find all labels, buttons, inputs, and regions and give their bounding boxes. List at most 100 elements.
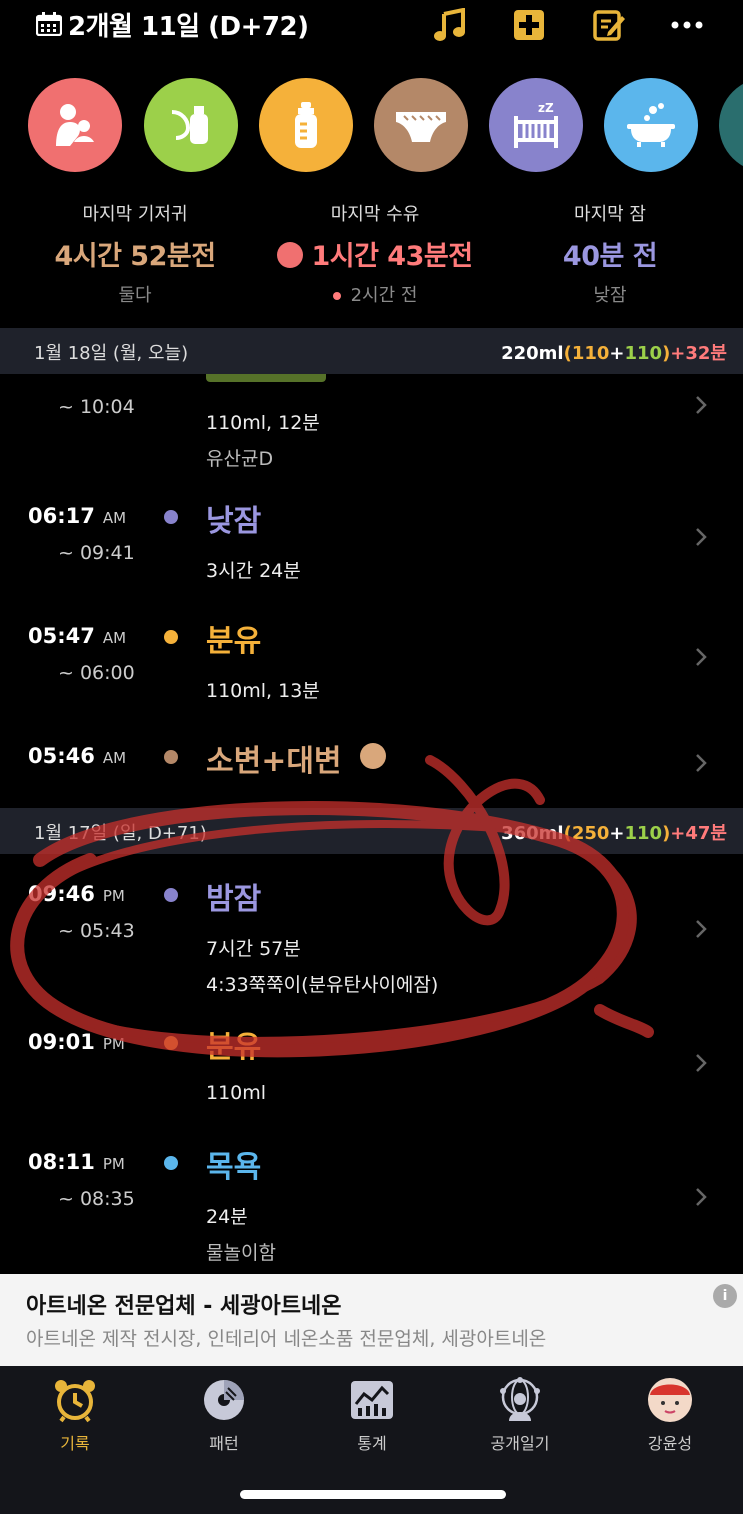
partial-row	[0, 374, 743, 396]
summary-feeding-row: 1시간 43분전	[270, 234, 480, 273]
bath-dot-icon	[164, 1156, 178, 1170]
summary-feeding-value: 1시간 43분전	[311, 241, 473, 272]
formula-dot-icon	[164, 630, 178, 644]
nursing-minutes: +32분	[670, 343, 727, 364]
edit-note-icon[interactable]	[590, 6, 628, 44]
more-icon[interactable]	[668, 6, 706, 44]
more-category-button[interactable]	[719, 78, 743, 172]
info-icon[interactable]: i	[713, 1284, 737, 1308]
entry-note: 유산균D	[206, 448, 274, 470]
entry-title: 낮잠	[206, 504, 262, 539]
summary-diaper-value: 4시간 52분전	[54, 241, 216, 272]
entry-end-time: ~ 10:04	[58, 396, 135, 418]
entry-detail: 7시간 57분	[206, 938, 301, 960]
entry-detail: 24분	[206, 1206, 248, 1228]
list-item[interactable]: 05:47 AM 분유 ~ 06:00 110ml, 13분	[0, 616, 743, 716]
tab-label: 공개일기	[490, 1434, 550, 1453]
list-item[interactable]: 09:46 PM 밤잠 ~ 05:43 7시간 57분 4:33쭉쭉이(분유탄사이…	[0, 874, 743, 1004]
summary-feeding-label: 마지막 수유	[330, 204, 420, 225]
tab-label: 패턴	[209, 1434, 239, 1453]
ad-banner[interactable]: 아트네온 전문업체 - 세광아트네온 아트네온 제작 전시장, 인테리어 네온소…	[0, 1274, 743, 1366]
tab-pattern[interactable]: 패턴	[164, 1376, 284, 1454]
entry-ampm: PM	[102, 1035, 125, 1053]
entry-detail: 110ml, 12분	[206, 412, 320, 434]
date-header-today: 1월 18일 (월, 오늘) 220ml(110+110)+32분	[0, 328, 743, 374]
entry-end-time: ~ 09:41	[58, 542, 135, 564]
summary-sleep-value: 40분 전	[562, 241, 658, 272]
chevron-right-icon	[696, 396, 707, 414]
list-item[interactable]: 09:01 PM 분유 110ml	[0, 1022, 743, 1118]
entry-end-time: ~ 06:00	[58, 662, 135, 684]
svg-text:zZ: zZ	[538, 101, 554, 115]
stats-chart-icon	[348, 1376, 396, 1424]
chevron-right-icon	[696, 754, 707, 772]
summary-sleep-sub: 낮잠	[593, 285, 627, 306]
date-label: 1월 18일 (월, 오늘)	[34, 343, 189, 364]
pumping-button[interactable]	[144, 78, 238, 172]
diaper-dot-icon	[164, 750, 178, 764]
sleep-button[interactable]: zZ	[489, 78, 583, 172]
entry-title: 소변+대변	[206, 744, 342, 779]
tab-public-diary[interactable]: 공개일기	[460, 1376, 580, 1454]
tab-profile[interactable]: 강윤성	[610, 1376, 730, 1454]
entry-title: 밤잠	[206, 882, 262, 917]
entry-time: 06:17	[28, 504, 95, 528]
entry-detail: 110ml, 13분	[206, 680, 320, 702]
summary-diaper-sub: 둘다	[118, 285, 152, 306]
chevron-right-icon	[696, 1054, 707, 1072]
entry-time: 05:46	[28, 744, 95, 768]
page-title[interactable]: 2개월 11일 (D+72)	[68, 6, 309, 43]
plus-box-icon[interactable]	[510, 6, 548, 44]
summary-feeding-sub-row: 2시간 전	[270, 281, 480, 307]
calendar-icon[interactable]	[36, 12, 62, 36]
chevron-right-icon	[696, 920, 707, 938]
profile-avatar	[646, 1376, 694, 1424]
summary-diaper-label: 마지막 기저귀	[82, 204, 188, 225]
summary-feeding-sub: 2시간 전	[350, 285, 418, 306]
paren-open: (	[563, 343, 572, 364]
list-item[interactable]: 05:46 AM 소변+대변	[0, 736, 743, 796]
nursing-button[interactable]	[28, 78, 122, 172]
tab-label: 강윤성	[647, 1434, 693, 1453]
summary-diaper: 마지막 기저귀 4시간 52분전 둘다	[40, 200, 230, 307]
entry-title: 목욕	[206, 1150, 262, 1185]
diaper-button[interactable]	[374, 78, 468, 172]
pump-ml: 110	[624, 343, 663, 364]
formula-button[interactable]	[259, 78, 353, 172]
entry-start-time: 06:17 AM	[28, 504, 126, 528]
list-item[interactable]: 08:11 PM 목욕 ~ 08:35 24분 물놀이함	[0, 1142, 743, 1268]
entry-title: 분유	[206, 1030, 262, 1065]
ad-subline[interactable]: 아트네온 제작 전시장, 인테리어 네온소품 전문업체, 세광아트네온	[26, 1324, 546, 1351]
chevron-right-icon	[696, 648, 707, 666]
entry-note: 물놀이함	[206, 1242, 276, 1264]
entry-start-time: 05:47 AM	[28, 624, 126, 648]
tab-record[interactable]: 기록	[15, 1376, 135, 1454]
mother-baby-icon	[56, 104, 94, 146]
date-label: 1월 17일 (일, D+71)	[34, 823, 207, 844]
ad-headline[interactable]: 아트네온 전문업체 - 세광아트네온	[26, 1288, 341, 1320]
entry-time: 09:01	[28, 1030, 95, 1054]
bottle-icon	[295, 102, 317, 148]
music-note-icon[interactable]	[431, 6, 469, 44]
entry-end-time: ~ 05:43	[58, 920, 135, 942]
entry-detail: 110ml	[206, 1082, 267, 1104]
last-event-summary: 마지막 기저귀 4시간 52분전 둘다 마지막 수유 1시간 43분전 2시간 …	[0, 200, 743, 310]
tab-stats[interactable]: 통계	[312, 1376, 432, 1454]
sleep-dot-icon	[164, 510, 178, 524]
nursing-minutes: +47분	[670, 823, 727, 844]
entry-time: 08:11	[28, 1150, 95, 1174]
pattern-chart-icon	[200, 1376, 248, 1424]
entry-start-time: 09:46 PM	[28, 882, 125, 906]
tab-label: 기록	[60, 1434, 90, 1453]
bath-button[interactable]	[604, 78, 698, 172]
entry-end-time: ~ 08:35	[58, 1188, 135, 1210]
home-indicator[interactable]	[240, 1490, 506, 1499]
entry-ampm: PM	[102, 1155, 125, 1173]
breast-pump-icon	[171, 106, 208, 144]
list-item[interactable]: 06:17 AM 낮잠 ~ 09:41 3시간 24분	[0, 496, 743, 596]
entry-start-time: 09:01 PM	[28, 1030, 125, 1054]
total-ml: 360ml	[501, 823, 564, 844]
diaper-icon	[396, 112, 446, 142]
list-item[interactable]: ~ 10:04 110ml, 12분 유산균D	[0, 374, 743, 482]
top-header: 2개월 11일 (D+72)	[0, 0, 743, 54]
